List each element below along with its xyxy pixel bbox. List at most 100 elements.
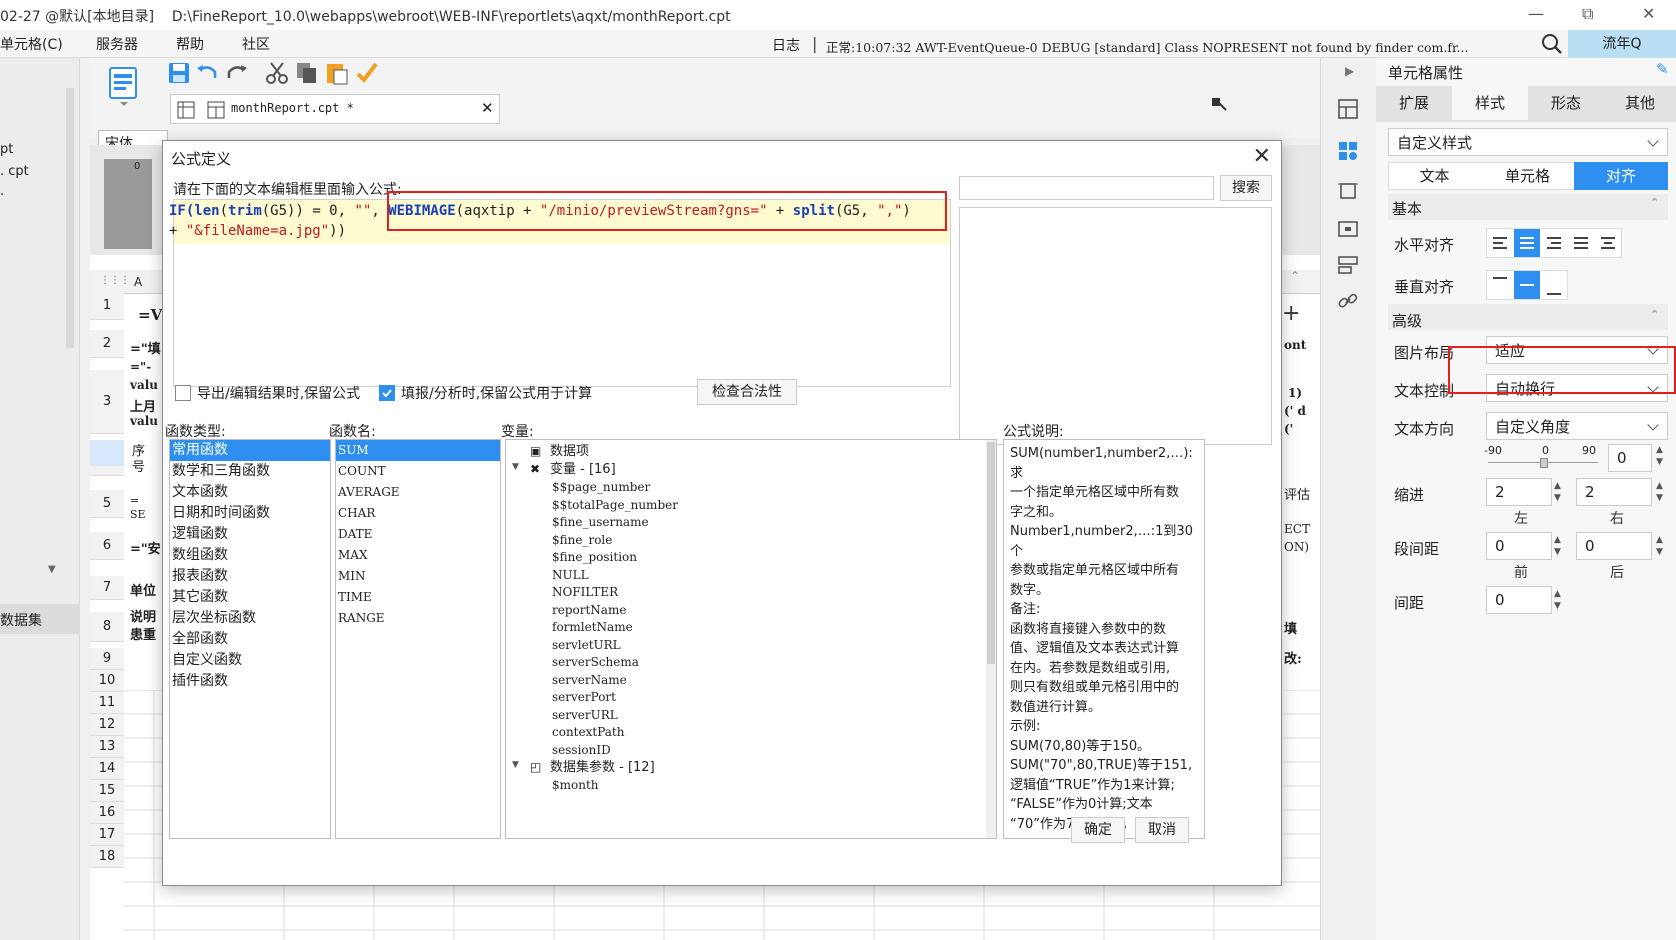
chevron-up-icon[interactable]: ⌃: [1650, 308, 1659, 321]
cell-right-r5b[interactable]: ON): [1284, 540, 1309, 554]
para-before-input[interactable]: 0: [1486, 532, 1552, 560]
cell-a1[interactable]: =V: [138, 306, 162, 324]
save-icon[interactable]: [166, 60, 192, 86]
cancel-button[interactable]: 取消: [1135, 817, 1189, 843]
restore-button[interactable]: ⧉: [1582, 4, 1593, 24]
row-header[interactable]: 3: [90, 370, 124, 434]
indent-left-stepper-icon[interactable]: ▲ ▼: [1554, 480, 1561, 504]
cell-right-r4[interactable]: 评估: [1284, 484, 1310, 503]
style-select[interactable]: 自定义样式: [1388, 128, 1668, 156]
variable-item[interactable]: $$totalPage_number: [552, 496, 678, 515]
row-header[interactable]: 15: [90, 780, 124, 802]
indent-right-stepper-icon[interactable]: ▲ ▼: [1656, 480, 1663, 504]
subtab-cell[interactable]: 单元格: [1481, 162, 1574, 190]
variable-item[interactable]: serverURL: [552, 706, 618, 725]
row-header[interactable]: 11: [90, 692, 124, 714]
subtab-text[interactable]: 文本: [1388, 162, 1481, 190]
frame-icon[interactable]: [1337, 180, 1359, 202]
row-header[interactable]: 9: [90, 648, 124, 670]
variable-group[interactable]: ▣ 数据项: [530, 442, 589, 461]
cell-right-r5a[interactable]: ECT: [1284, 522, 1310, 536]
func-type-item[interactable]: 报表函数: [170, 566, 330, 587]
variable-item[interactable]: $month: [552, 776, 599, 795]
format-brush-icon[interactable]: [354, 60, 380, 86]
variable-item[interactable]: formletName: [552, 618, 633, 637]
link-icon[interactable]: [1337, 290, 1359, 312]
row-header[interactable]: 14: [90, 758, 124, 780]
minimize-button[interactable]: —: [1528, 4, 1544, 23]
func-name-item[interactable]: AVERAGE: [336, 482, 500, 503]
cell-a6[interactable]: ="安: [130, 538, 161, 557]
text-direction-select[interactable]: 自定义角度: [1486, 412, 1668, 440]
row-header[interactable]: 5: [90, 490, 124, 518]
check-validity-button[interactable]: 检查合法性: [697, 379, 797, 405]
file-item[interactable]: .: [0, 184, 4, 199]
subtab-align[interactable]: 对齐: [1574, 162, 1668, 190]
widget-icon[interactable]: [1337, 218, 1359, 240]
func-name-item[interactable]: SUM: [336, 440, 500, 461]
menu-cell[interactable]: 单元格(C): [0, 34, 63, 54]
func-type-item[interactable]: 插件函数: [170, 671, 330, 692]
tree-expand-icon[interactable]: ▼: [512, 462, 519, 472]
para-after-stepper-icon[interactable]: ▲ ▼: [1656, 534, 1663, 558]
variable-item[interactable]: contextPath: [552, 723, 624, 742]
chevron-up-icon[interactable]: ⌃: [1650, 196, 1659, 209]
cell-a7[interactable]: 单位: [130, 580, 156, 599]
cell-a3-1[interactable]: ="-: [130, 360, 151, 374]
close-window-button[interactable]: ✕: [1642, 4, 1655, 23]
cell-attribute-icon[interactable]: [1337, 140, 1359, 162]
variable-item[interactable]: $fine_position: [552, 548, 637, 567]
cell-right-r8[interactable]: 改:: [1284, 648, 1302, 667]
variable-item[interactable]: $fine_role: [552, 531, 612, 550]
valign-top-button[interactable]: [1487, 271, 1513, 299]
row-header[interactable]: 18: [90, 846, 124, 868]
variable-item[interactable]: NOFILTER: [552, 583, 618, 602]
row-header[interactable]: 13: [90, 736, 124, 758]
row-header[interactable]: 7: [90, 576, 124, 600]
fill-keep-formula-checkbox[interactable]: [379, 385, 395, 401]
func-type-item[interactable]: 文本函数: [170, 482, 330, 503]
cell-a8-1[interactable]: 说明: [130, 606, 156, 625]
variable-item[interactable]: $$page_number: [552, 478, 650, 497]
log-label[interactable]: 日志: [772, 35, 800, 55]
func-type-item[interactable]: 日期和时间函数: [170, 503, 330, 524]
row-header[interactable]: 2: [90, 330, 124, 358]
variable-group[interactable]: ◰ 数据集参数 - [12]: [530, 758, 655, 777]
list-widget-icon[interactable]: [1337, 254, 1359, 276]
collapse-arrow-icon[interactable]: ▼: [48, 564, 56, 575]
func-type-item[interactable]: 全部函数: [170, 629, 330, 650]
func-name-item[interactable]: DATE: [336, 524, 500, 545]
cell-a3-3[interactable]: 上月: [130, 396, 156, 415]
variable-item[interactable]: serverName: [552, 671, 627, 690]
cell-a3-2[interactable]: valu: [130, 378, 158, 392]
cell-a5[interactable]: = SE: [130, 494, 146, 522]
variable-item[interactable]: reportName: [552, 601, 626, 620]
tab-expand[interactable]: 扩展: [1376, 86, 1452, 120]
cell-right-r3b[interactable]: (' d: [1284, 404, 1306, 418]
copy-icon[interactable]: [294, 60, 320, 86]
cell-a2[interactable]: ="填: [130, 338, 161, 357]
func-name-item[interactable]: MIN: [336, 566, 500, 587]
align-right-button[interactable]: [1541, 229, 1567, 257]
angle-stepper-icon[interactable]: ▲ ▼: [1656, 444, 1663, 468]
func-type-item[interactable]: 数学和三角函数: [170, 461, 330, 482]
row-header[interactable]: 10: [90, 670, 124, 692]
file-item[interactable]: pt: [0, 142, 13, 157]
func-type-item[interactable]: 其它函数: [170, 587, 330, 608]
indent-right-input[interactable]: 2: [1576, 478, 1652, 506]
cell-right-r3c[interactable]: (': [1284, 422, 1293, 436]
row-header[interactable]: 8: [90, 612, 124, 642]
scroll-up-icon[interactable]: ⌃: [1290, 269, 1300, 283]
align-center-button[interactable]: [1514, 229, 1540, 257]
menu-community[interactable]: 社区: [242, 34, 270, 54]
template-icon[interactable]: [108, 66, 140, 106]
search-icon[interactable]: [1538, 31, 1566, 57]
redo-icon[interactable]: [224, 60, 250, 86]
tab-other[interactable]: 其他: [1604, 86, 1676, 120]
valign-bottom-button[interactable]: [1541, 271, 1567, 299]
tree-expand-icon[interactable]: ▼: [512, 760, 519, 770]
func-type-item[interactable]: 常用函数: [170, 440, 330, 461]
row-header[interactable]: 16: [90, 802, 124, 824]
func-name-item[interactable]: COUNT: [336, 461, 500, 482]
variable-group[interactable]: ✖ 变量 - [16]: [530, 460, 616, 479]
